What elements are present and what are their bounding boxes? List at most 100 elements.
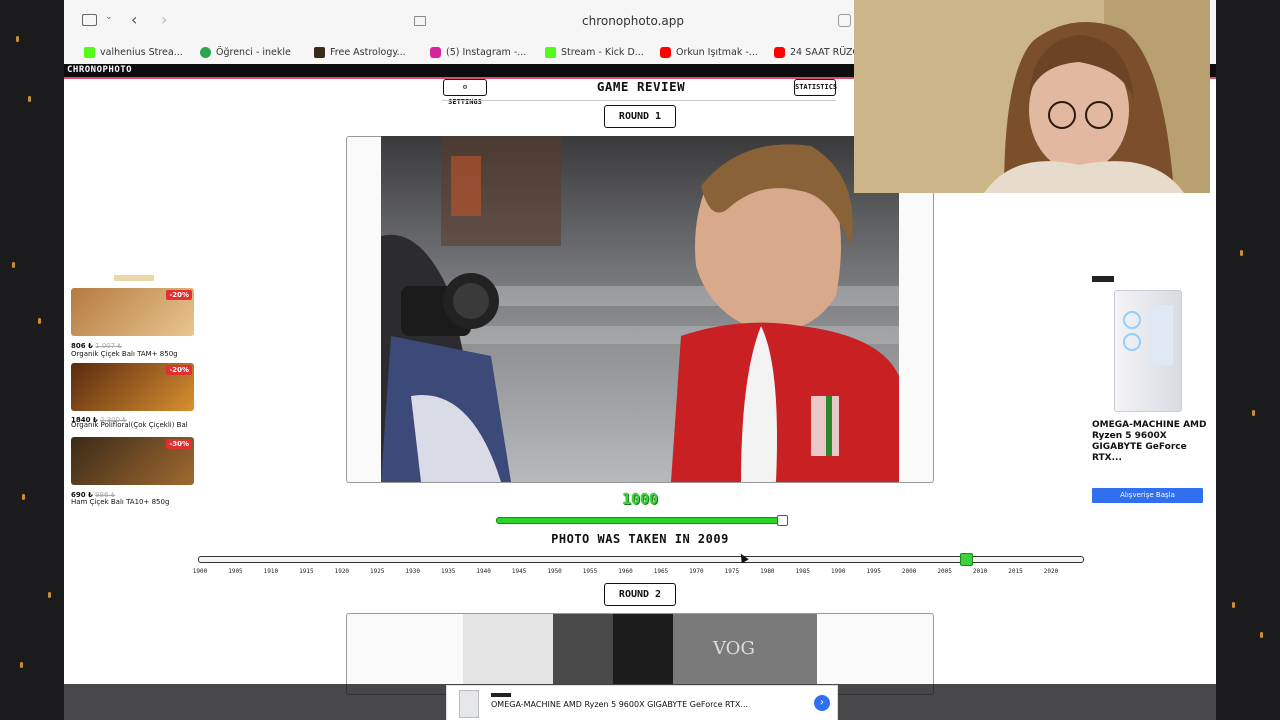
score-bar (496, 517, 788, 524)
timeline-tick-label: 1935 (440, 568, 456, 575)
ad-price: 806 ₺ 1.007 ₺ (71, 342, 122, 350)
ad-product-name: OMEGA-MACHINE AMD Ryzen 5 9600X GIGABYTE… (1092, 420, 1207, 463)
timeline-tick-label: 1915 (299, 568, 314, 575)
honey-product-image: -20% (71, 288, 194, 336)
settings-button[interactable]: ⚙ SETTINGS (443, 79, 487, 106)
timeline-tick-label: 1995 (866, 568, 881, 575)
bookmark-item[interactable]: Stream - Kick D... (545, 46, 644, 60)
ad-brand-logo (491, 693, 511, 697)
photo-year-text: PHOTO WAS TAKEN IN 2009 (551, 532, 729, 546)
timeline-tick-label: 1900 (192, 568, 208, 575)
timeline-tick-label: 1960 (618, 568, 633, 575)
timeline-tick-label: 1980 (760, 568, 775, 575)
timeline-tick-label: 1945 (511, 568, 527, 575)
translate-icon[interactable] (838, 14, 851, 27)
bookmark-item[interactable]: Orkun Işıtmak -... (660, 46, 758, 60)
timeline-tick-label: 1925 (370, 568, 385, 575)
ad-brand-logo (1092, 276, 1114, 282)
bookmark-item[interactable]: Öğrenci - inekle (200, 46, 291, 60)
bookmark-item[interactable]: Free Astrology... (314, 46, 406, 60)
vogue-sign: VOG (712, 638, 755, 659)
bookmark-label: Stream - Kick D... (561, 47, 644, 58)
spark-decoration (28, 96, 31, 102)
youtube-icon (774, 47, 785, 58)
bookmark-label: Free Astrology... (330, 47, 406, 58)
discount-badge: -30% (166, 439, 192, 449)
round-score: 1000 (621, 490, 659, 508)
bookmark-item[interactable]: (5) Instagram -... (430, 46, 526, 60)
timeline-tick-label: 1965 (653, 568, 669, 575)
year-timeline (198, 556, 1084, 563)
timeline-tick-label: 2020 (1043, 568, 1059, 575)
pc-case-image (1114, 290, 1182, 412)
ad-left[interactable]: -20% 806 ₺ 1.007 ₺ Organik Çiçek Balı TA… (70, 270, 196, 510)
guess-marker (959, 553, 973, 566)
spark-decoration (16, 36, 19, 42)
astrology-icon (314, 47, 325, 58)
timeline-tick-label: 1950 (547, 568, 562, 575)
timeline-tick-label: 1940 (476, 568, 491, 575)
score-bar-handle (777, 515, 788, 526)
discount-badge: -20% (166, 365, 192, 375)
spark-decoration (48, 592, 51, 598)
statistics-button[interactable]: STATISTICS (794, 79, 837, 96)
spark-decoration (1232, 602, 1235, 608)
timeline-tick-label: 1905 (228, 568, 243, 575)
instagram-icon (430, 47, 441, 58)
back-icon[interactable]: ‹ (131, 10, 137, 29)
kick-icon (545, 47, 556, 58)
bookmark-label: (5) Instagram -... (446, 47, 527, 58)
round-1-photo (381, 136, 899, 482)
round-2-photo: VOG (463, 614, 817, 684)
timeline-tick-label: 2015 (1008, 568, 1023, 575)
timeline-tick-label: 1910 (263, 568, 279, 575)
timeline-tick-label: 1975 (724, 568, 740, 575)
timeline-tick-label: 2000 (901, 568, 917, 575)
round-2-label: ROUND 2 (604, 583, 676, 606)
ad-product-name: Organik Polifloral(Çok Çiçekli) Bal (71, 421, 188, 429)
bookmark-item[interactable]: valhenius Strea... (84, 46, 183, 60)
spark-decoration (22, 494, 25, 500)
timeline-tick-label: 1920 (334, 568, 350, 575)
address-bar[interactable]: chronophoto.app (408, 9, 858, 33)
timeline-tick-label: 2010 (972, 568, 988, 575)
timeline-tick-label: 1970 (689, 568, 704, 575)
site-logo[interactable]: CHRONOPHOTO (67, 64, 132, 77)
site-icon (200, 47, 211, 58)
ad-right[interactable]: OMEGA-MACHINE AMD Ryzen 5 9600X GIGABYTE… (1084, 270, 1210, 510)
honey-product-image: -20% (71, 363, 194, 411)
ad-product-name: Organik Çiçek Balı TAM+ 850g (71, 350, 178, 358)
chevron-right-icon[interactable]: › (814, 695, 830, 711)
timeline-tick-label: 1990 (831, 568, 846, 575)
webcam-overlay (854, 0, 1210, 193)
bookmark-label: Orkun Işıtmak -... (676, 47, 758, 58)
ad-brand-logo (114, 275, 154, 281)
spark-decoration (38, 318, 41, 324)
spark-decoration (1260, 632, 1263, 638)
header-divider (442, 100, 836, 101)
forward-icon[interactable]: › (161, 10, 167, 29)
shop-now-button[interactable]: Alışverişe Başla (1092, 488, 1203, 503)
honey-product-image: -30% (71, 437, 194, 485)
timeline-tick-label: 1985 (795, 568, 810, 575)
pc-case-thumbnail (459, 690, 479, 718)
kick-icon (84, 47, 95, 58)
bookmark-label: Öğrenci - inekle (216, 47, 291, 58)
page-title: GAME REVIEW (596, 79, 686, 94)
spark-decoration (1240, 250, 1243, 256)
ad-product-name: OMEGA-MACHINE AMD Ryzen 5 9600X GIGABYTE… (491, 700, 749, 709)
spark-decoration (20, 662, 23, 668)
timeline-tick-label: 2005 (937, 568, 952, 575)
sidebar-toggle-icon[interactable] (82, 14, 97, 26)
spark-decoration (12, 262, 15, 268)
desktop-right (1216, 0, 1280, 720)
round-1-label: ROUND 1 (604, 105, 676, 128)
timeline-tick-label: 1930 (405, 568, 420, 575)
timeline-tick-label: 1955 (582, 568, 598, 575)
discount-badge: -20% (166, 290, 192, 300)
chevron-down-icon[interactable]: ⌄ (105, 12, 113, 22)
desktop-left (0, 0, 64, 720)
ad-product-name: Ham Çiçek Balı TA10+ 850g (71, 498, 170, 506)
bookmark-label: valhenius Strea... (100, 47, 183, 58)
ad-bottom[interactable]: OMEGA-MACHINE AMD Ryzen 5 9600X GIGABYTE… (446, 685, 838, 720)
